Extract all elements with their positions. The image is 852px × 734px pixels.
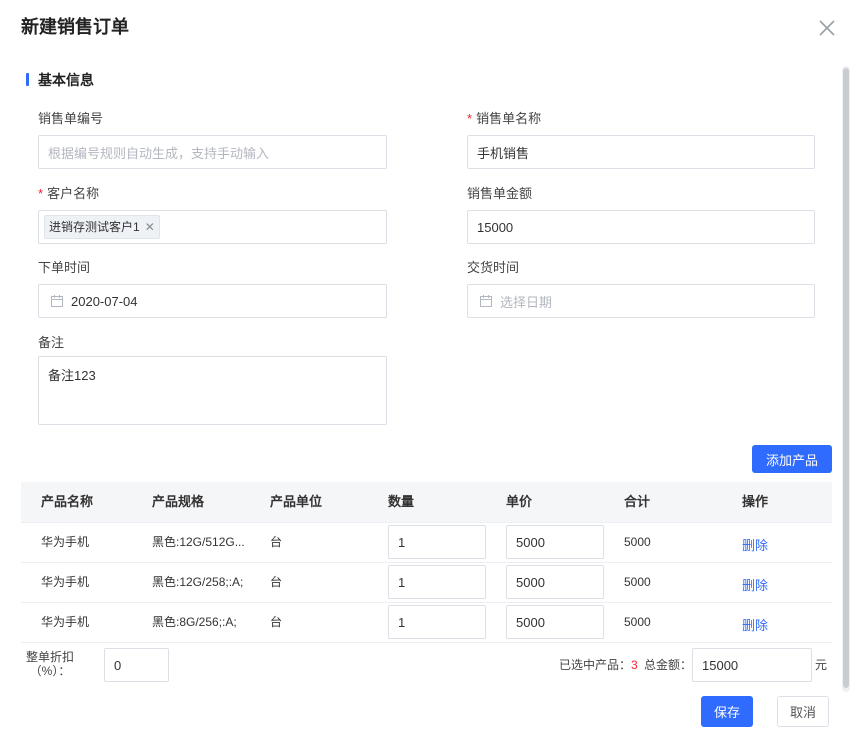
customer-tag: 进销存测试客户1 ✕	[44, 215, 160, 239]
product-total: 5000	[624, 615, 651, 629]
row-divider	[21, 522, 832, 523]
cancel-button[interactable]: 取消	[777, 696, 829, 727]
price-input[interactable]: 5000	[506, 525, 604, 559]
product-name: 华为手机	[41, 615, 90, 629]
order-name-input[interactable]: 手机销售	[467, 135, 815, 169]
discount-value: 0	[114, 657, 122, 673]
delivery-time-placeholder: 选择日期	[500, 294, 553, 310]
column-header-qty: 数量	[388, 494, 415, 509]
save-button[interactable]: 保存	[701, 696, 753, 727]
required-mark: *	[467, 111, 473, 126]
qty-input[interactable]: 1	[388, 605, 486, 639]
order-no-input[interactable]: 根据编号规则自动生成，支持手动输入	[38, 135, 387, 169]
order-time-label: 下单时间	[38, 260, 91, 275]
calendar-icon	[480, 295, 492, 307]
currency-label: 元	[815, 658, 828, 672]
product-total: 5000	[624, 535, 651, 549]
section-title: 基本信息	[38, 72, 94, 88]
order-time-picker[interactable]: 2020-07-04	[38, 284, 387, 318]
selected-summary: 已选中产品：3	[559, 658, 638, 672]
product-total: 5000	[624, 575, 651, 589]
product-spec: 黑色:12G/258;:A;	[152, 575, 244, 589]
column-header-spec: 产品规格	[152, 494, 205, 509]
calendar-icon	[51, 295, 63, 307]
close-icon[interactable]	[815, 16, 839, 40]
delete-link[interactable]: 删除	[742, 575, 768, 594]
delete-link[interactable]: 删除	[742, 535, 768, 554]
delete-link[interactable]: 删除	[742, 615, 768, 634]
column-header-price: 单价	[506, 494, 533, 509]
product-name: 华为手机	[41, 575, 90, 589]
order-time-value: 2020-07-04	[71, 293, 138, 309]
row-divider	[21, 642, 832, 643]
product-unit: 台	[270, 535, 283, 549]
price-input[interactable]: 5000	[506, 605, 604, 639]
column-header-action: 操作	[742, 494, 769, 509]
product-name: 华为手机	[41, 535, 90, 549]
qty-input[interactable]: 1	[388, 565, 486, 599]
product-spec: 黑色:8G/256;:A;	[152, 615, 237, 629]
total-amount-value: 15000	[702, 657, 739, 673]
amount-value: 15000	[477, 219, 514, 235]
total-amount-label: 总金额：	[644, 658, 693, 672]
required-mark: *	[38, 186, 44, 201]
remark-label: 备注	[38, 335, 65, 350]
delivery-time-picker[interactable]: 选择日期	[467, 284, 815, 318]
amount-input[interactable]: 15000	[467, 210, 815, 244]
discount-label: 整单折扣 （%）：	[26, 650, 75, 678]
product-unit: 台	[270, 615, 283, 629]
order-no-placeholder: 根据编号规则自动生成，支持手动输入	[48, 145, 270, 161]
column-header-name: 产品名称	[41, 494, 94, 509]
delivery-time-label: 交货时间	[467, 260, 520, 275]
discount-input[interactable]: 0	[104, 648, 169, 682]
price-input[interactable]: 5000	[506, 565, 604, 599]
add-product-button[interactable]: 添加产品	[752, 445, 832, 473]
product-table-header	[21, 482, 832, 522]
customer-select[interactable]: 进销存测试客户1 ✕	[38, 210, 387, 244]
order-name-label: * 销售单名称	[467, 111, 542, 126]
order-name-value: 手机销售	[477, 145, 530, 161]
product-unit: 台	[270, 575, 283, 589]
order-no-label: 销售单编号	[38, 111, 104, 126]
column-header-unit: 产品单位	[270, 494, 323, 509]
remark-value: 备注123	[48, 368, 96, 383]
row-divider	[21, 602, 832, 603]
column-header-total: 合计	[624, 494, 651, 509]
dialog-title: 新建销售订单	[21, 17, 129, 37]
section-accent-bar	[26, 73, 29, 86]
qty-input[interactable]: 1	[388, 525, 486, 559]
remark-textarea[interactable]: 备注123	[38, 356, 387, 425]
row-divider	[21, 562, 832, 563]
total-amount-input[interactable]: 15000	[692, 648, 812, 682]
tag-close-icon[interactable]: ✕	[145, 216, 155, 238]
customer-tag-label: 进销存测试客户1	[49, 220, 140, 234]
amount-label: 销售单金额	[467, 186, 533, 201]
customer-label: * 客户名称	[38, 186, 100, 201]
selected-count: 3	[631, 658, 638, 672]
scrollbar-thumb[interactable]	[843, 68, 849, 688]
product-spec: 黑色:12G/512G...	[152, 535, 245, 549]
